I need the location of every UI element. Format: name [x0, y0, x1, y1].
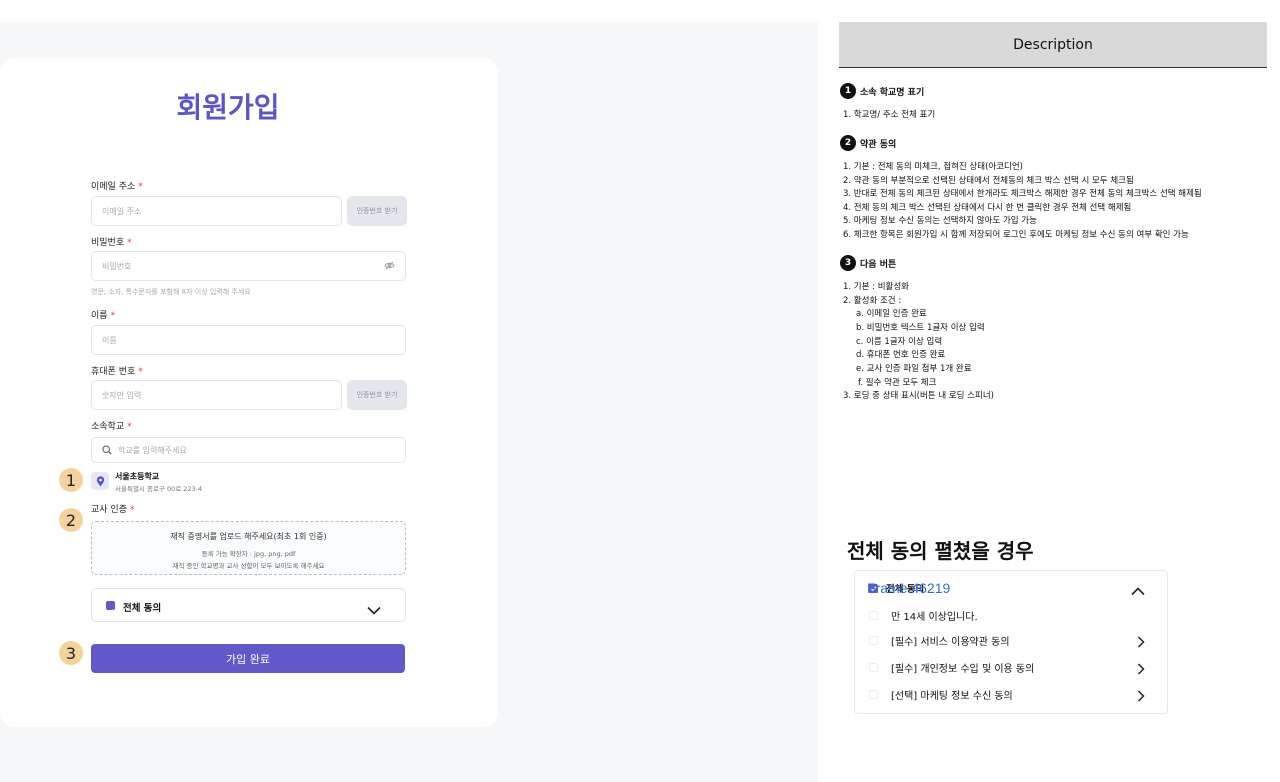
name-label: 이름 * — [91, 311, 116, 321]
page-title: 회원가입 — [176, 91, 280, 124]
desc-line: e. 교사 인증 파일 첨부 1개 완료 — [856, 364, 972, 374]
school-search-input[interactable]: 학교를 입력해주세요 — [91, 437, 406, 463]
desc-line: 2. 활성화 조건 : — [843, 296, 902, 306]
desc-line: 1. 학교명/ 주소 전체 표기 — [843, 110, 936, 120]
required-mark: * — [127, 422, 132, 432]
check-icon — [107, 609, 114, 615]
email-placeholder: 이메일 주소 — [102, 206, 142, 216]
password-placeholder: 비밀번호 — [102, 261, 132, 271]
phone-verify-button[interactable]: 인증번호 받기 — [347, 380, 407, 410]
agree-item-privacy[interactable]: [필수] 개인정보 수입 및 이용 동의 — [869, 660, 1034, 675]
password-field[interactable]: 비밀번호 — [91, 251, 406, 281]
required-mark: * — [110, 311, 116, 321]
expanded-heading: 전체 동의 펼쳤을 경우 — [847, 539, 1034, 563]
password-hint: 영문, 소자, 특수문자를 포함해 8자 이상 입력해 주세요 — [91, 288, 251, 296]
desc-line: b. 비밀번호 텍스트 1글자 이상 입력 — [856, 323, 985, 333]
agree-item-age[interactable]: 만 14세 이상입니다. — [869, 608, 978, 623]
phone-field[interactable]: 숫자만 입력 — [91, 380, 342, 410]
upload-extensions: 등록 가능 확장자 : jpg, png, pdf — [201, 550, 296, 558]
desc-section-1-title: 1 소속 학교명 표기 — [840, 83, 924, 99]
selected-school-address: 서울특별시 종로구 00로 223-4 — [115, 485, 203, 493]
desc-line: 5. 마케팅 정보 수신 동의는 선택하지 않아도 가입 가능 — [843, 216, 1037, 226]
desc-line: 6. 체크한 항목은 회원가입 시 함께 저장되어 로그인 후에도 마케팅 정보… — [843, 230, 1189, 240]
desc-line: a. 이메일 인증 완료 — [856, 309, 927, 319]
upload-note: 재직 중인 학교명과 교사 성함이 모두 보이도록 해주세요 — [172, 562, 325, 570]
teacher-label: 교사 인증 * — [91, 505, 135, 515]
desc-line: 1. 기본 : 비활성화 — [843, 282, 909, 292]
file-upload-area[interactable]: 재직 증명서를 업로드 해주세요(최초 1회 인증) 등록 가능 확장자 : j… — [91, 521, 406, 575]
email-verify-button[interactable]: 인증번호 받기 — [347, 196, 407, 226]
agree-item-marketing[interactable]: [선택] 마케팅 정보 수신 동의 — [869, 687, 1013, 702]
agree-item-label: [필수] 개인정보 수입 및 이용 동의 — [891, 664, 1035, 675]
desc-section-2-title: 2 약관 동의 — [840, 135, 896, 151]
desc-line: 3. 반대로 전체 동의 체크된 상태에서 한개라도 체크박스 해제한 경우 전… — [843, 189, 1202, 199]
email-field[interactable]: 이메일 주소 — [91, 196, 342, 226]
name-placeholder: 이름 — [102, 335, 117, 345]
name-field[interactable]: 이름 — [91, 325, 406, 355]
desc-line: d. 휴대폰 번호 인증 완료 — [856, 350, 946, 360]
phone-placeholder: 숫자만 입력 — [102, 390, 142, 400]
upload-title: 재직 증명서를 업로드 해주세요(최초 1회 인증) — [170, 532, 327, 541]
location-pin-icon — [91, 472, 109, 490]
email-label: 이메일 주소 * — [91, 182, 143, 192]
frame-label: Frame 46219 — [867, 580, 951, 596]
required-mark: * — [138, 367, 143, 377]
marker-3: 3 — [59, 641, 83, 665]
required-mark: * — [129, 505, 135, 515]
marker-2: 2 — [59, 508, 83, 532]
agree-item-checkbox[interactable] — [869, 611, 878, 620]
agree-all-checkbox[interactable] — [106, 601, 115, 615]
school-label: 소속학교 * — [91, 422, 132, 432]
chevron-right-icon[interactable] — [1137, 633, 1145, 652]
desc-line: 2. 약관 동의 부분적으로 선택된 상태에서 전체동의 체크 박스 선택 시 … — [843, 176, 1134, 186]
agree-item-label: [선택] 마케팅 정보 수신 동의 — [891, 691, 1013, 702]
school-placeholder: 학교를 입력해주세요 — [118, 445, 187, 455]
required-mark: * — [138, 182, 143, 192]
desc-line: 1. 기본 : 전체 동의 미체크, 접혀진 상태(아코디언) — [843, 162, 1023, 172]
desc-line: f. 필수 약관 모두 체크 — [858, 378, 937, 388]
desc-line: 4. 전체 동의 체크 박스 선택된 상태에서 다시 한 번 클릭한 경우 전체… — [843, 203, 1132, 213]
search-icon — [102, 445, 112, 455]
chevron-right-icon[interactable] — [1137, 687, 1145, 706]
phone-label: 휴대폰 번호 * — [91, 367, 143, 377]
marker-1: 1 — [59, 468, 83, 492]
desc-line: 3. 로딩 중 상태 표시(버튼 내 로딩 스피너) — [843, 391, 994, 401]
required-mark: * — [127, 238, 132, 248]
agree-all-accordion[interactable]: 전체 동의 — [91, 588, 406, 622]
agree-item-checkbox[interactable] — [869, 663, 878, 672]
chevron-up-icon[interactable] — [1131, 581, 1145, 600]
description-header: Description — [839, 22, 1267, 68]
desc-section-3-title: 3 다음 버튼 — [840, 255, 896, 271]
chevron-right-icon[interactable] — [1137, 660, 1145, 679]
agree-item-label: [필수] 서비스 이용약관 동의 — [891, 637, 1010, 648]
signup-submit-button[interactable]: 가입 완료 — [91, 644, 405, 673]
chevron-down-icon[interactable] — [367, 600, 381, 619]
agree-item-checkbox[interactable] — [869, 690, 878, 699]
password-label: 비밀번호 * — [91, 238, 132, 248]
agree-all-label: 전체 동의 — [123, 603, 162, 614]
desc-line: c. 이름 1글자 이상 입력 — [856, 337, 943, 347]
agree-item-terms[interactable]: [필수] 서비스 이용약관 동의 — [869, 633, 1010, 648]
agree-item-label: 만 14세 이상입니다. — [891, 612, 978, 623]
eye-off-icon[interactable] — [384, 261, 395, 272]
selected-school-name[interactable]: 서울초등학교 — [115, 471, 159, 482]
agree-item-checkbox[interactable] — [869, 636, 878, 645]
